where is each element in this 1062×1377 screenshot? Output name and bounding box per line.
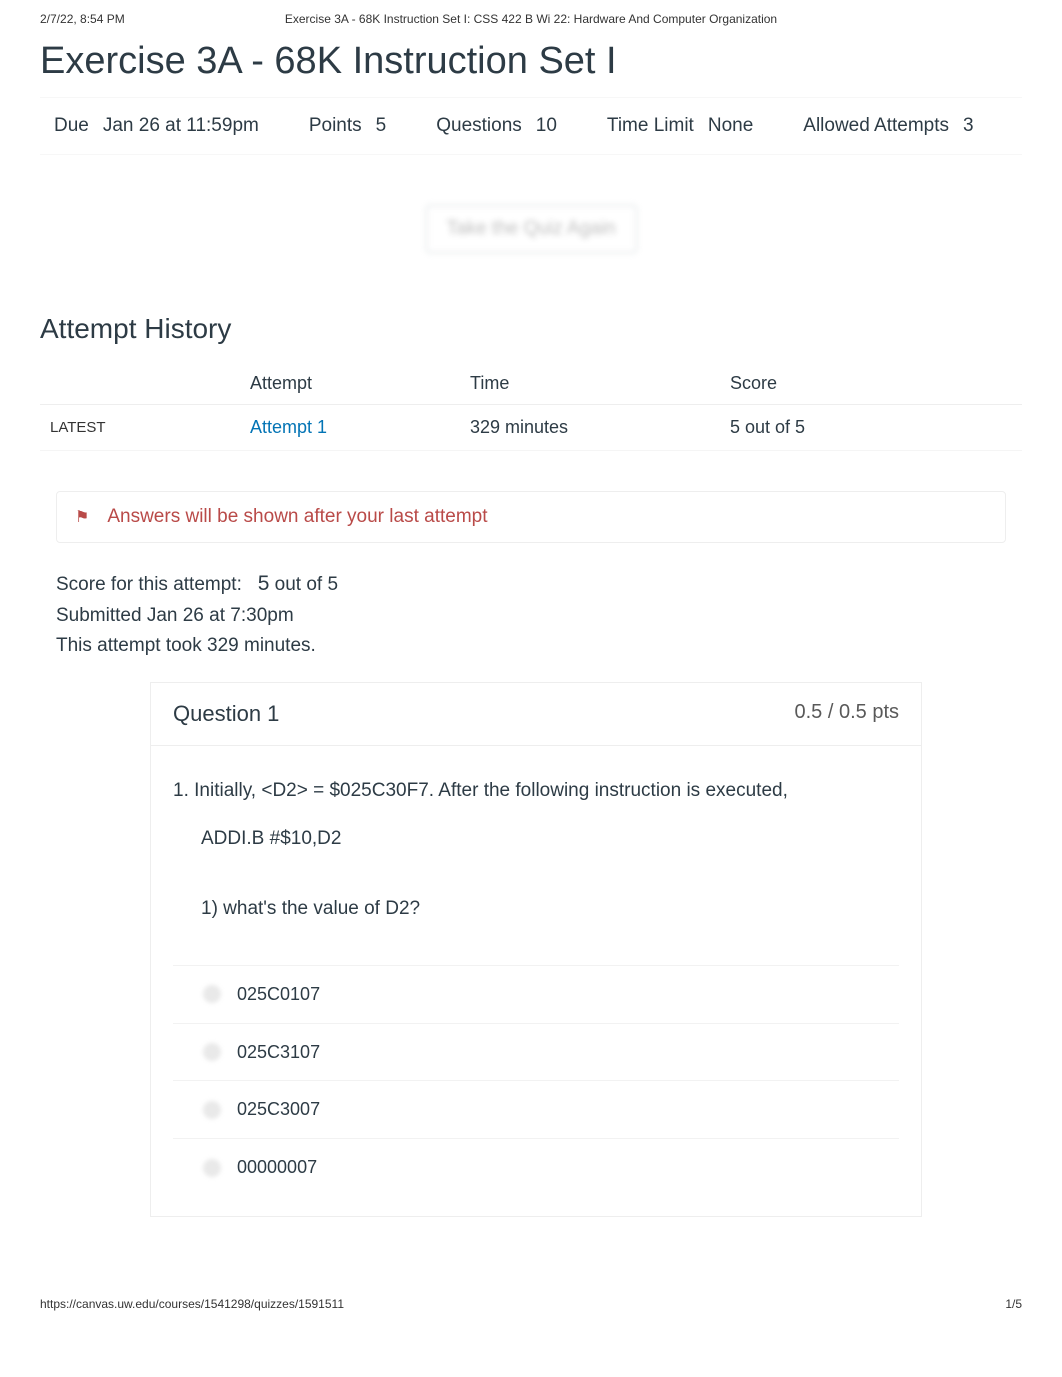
score-line-3: This attempt took 329 minutes. — [56, 631, 1006, 661]
score-info: Score for this attempt: 5 out of 5 Submi… — [56, 567, 1006, 661]
meta-questions-value: 10 — [536, 110, 557, 142]
answers-notice: ⚑ Answers will be shown after your last … — [56, 491, 1006, 543]
answer-text: 025C3107 — [237, 1038, 320, 1067]
take-again-wrap: Take the Quiz Again — [40, 205, 1022, 253]
meta-due-label: Due — [54, 110, 89, 142]
answer-text: 025C3007 — [237, 1095, 320, 1124]
print-footer: https://canvas.uw.edu/courses/1541298/qu… — [40, 1217, 1022, 1331]
col-score: Score — [720, 365, 1022, 405]
page-title: Exercise 3A - 68K Instruction Set I — [40, 40, 1022, 83]
row-attempt: Attempt 1 — [240, 405, 460, 451]
print-header: 2/7/22, 8:54 PM Exercise 3A - 68K Instru… — [40, 0, 1022, 34]
meta-questions: Questions 10 — [436, 110, 557, 142]
meta-attempts: Allowed Attempts 3 — [803, 110, 973, 142]
take-quiz-again-button[interactable]: Take the Quiz Again — [426, 205, 637, 253]
question-body: 1. Initially, <D2> = $025C30F7. After th… — [151, 746, 921, 1216]
score-suffix: out of 5 — [275, 574, 338, 595]
row-time: 329 minutes — [460, 405, 720, 451]
answers-notice-text: Answers will be shown after your last at… — [107, 506, 487, 528]
score-line-1: Score for this attempt: 5 out of 5 — [56, 567, 1006, 601]
question-code: ADDI.B #$10,D2 — [201, 824, 899, 854]
attempt-history-table: Attempt Time Score LATEST Attempt 1 329 … — [40, 365, 1022, 451]
radio-icon — [203, 1101, 221, 1119]
score-line-2: Submitted Jan 26 at 7:30pm — [56, 601, 1006, 631]
meta-timelimit: Time Limit None — [607, 110, 753, 142]
meta-due-value: Jan 26 at 11:59pm — [103, 110, 259, 142]
radio-icon — [203, 985, 221, 1003]
answer-option[interactable]: 025C0107 — [173, 965, 899, 1023]
row-tag: LATEST — [40, 405, 240, 451]
score-prefix: Score for this attempt: — [56, 574, 242, 595]
question-points: 0.5 / 0.5 pts — [794, 701, 899, 727]
radio-icon — [203, 1159, 221, 1177]
meta-timelimit-label: Time Limit — [607, 110, 694, 142]
question-header: Question 1 0.5 / 0.5 pts — [151, 683, 921, 746]
radio-icon — [203, 1043, 221, 1061]
footer-url: https://canvas.uw.edu/courses/1541298/qu… — [40, 1297, 344, 1311]
col-time: Time — [460, 365, 720, 405]
print-datetime: 2/7/22, 8:54 PM — [40, 12, 210, 26]
answer-option[interactable]: 025C3007 — [173, 1080, 899, 1138]
question-title: Question 1 — [173, 701, 279, 727]
col-attempt: Attempt — [240, 365, 460, 405]
attempt-history-title: Attempt History — [40, 313, 1022, 345]
meta-points-value: 5 — [376, 110, 387, 142]
question-card: Question 1 0.5 / 0.5 pts 1. Initially, <… — [150, 682, 922, 1217]
answer-option[interactable]: 025C3107 — [173, 1023, 899, 1081]
print-doc-title: Exercise 3A - 68K Instruction Set I: CSS… — [210, 12, 852, 26]
table-header-row: Attempt Time Score — [40, 365, 1022, 405]
meta-timelimit-value: None — [708, 110, 753, 142]
table-row: LATEST Attempt 1 329 minutes 5 out of 5 — [40, 405, 1022, 451]
meta-attempts-value: 3 — [963, 110, 974, 142]
question-prompt-2: 1) what's the value of D2? — [201, 894, 899, 924]
quiz-meta: Due Jan 26 at 11:59pm Points 5 Questions… — [40, 97, 1022, 155]
row-score: 5 out of 5 — [720, 405, 1022, 451]
answers-list: 025C0107 025C3107 025C3007 00000007 — [173, 965, 899, 1196]
flag-icon: ⚑ — [75, 507, 89, 527]
answer-option[interactable]: 00000007 — [173, 1138, 899, 1196]
meta-questions-label: Questions — [436, 110, 522, 142]
attempt-link[interactable]: Attempt 1 — [250, 417, 327, 437]
meta-due: Due Jan 26 at 11:59pm — [54, 110, 259, 142]
answer-text: 00000007 — [237, 1153, 317, 1182]
score-value: 5 — [258, 572, 270, 595]
meta-points-label: Points — [309, 110, 362, 142]
footer-page: 1/5 — [1005, 1297, 1022, 1311]
question-prompt-1: 1. Initially, <D2> = $025C30F7. After th… — [173, 776, 899, 806]
meta-attempts-label: Allowed Attempts — [803, 110, 949, 142]
col-blank — [40, 365, 240, 405]
answer-text: 025C0107 — [237, 980, 320, 1009]
meta-points: Points 5 — [309, 110, 386, 142]
